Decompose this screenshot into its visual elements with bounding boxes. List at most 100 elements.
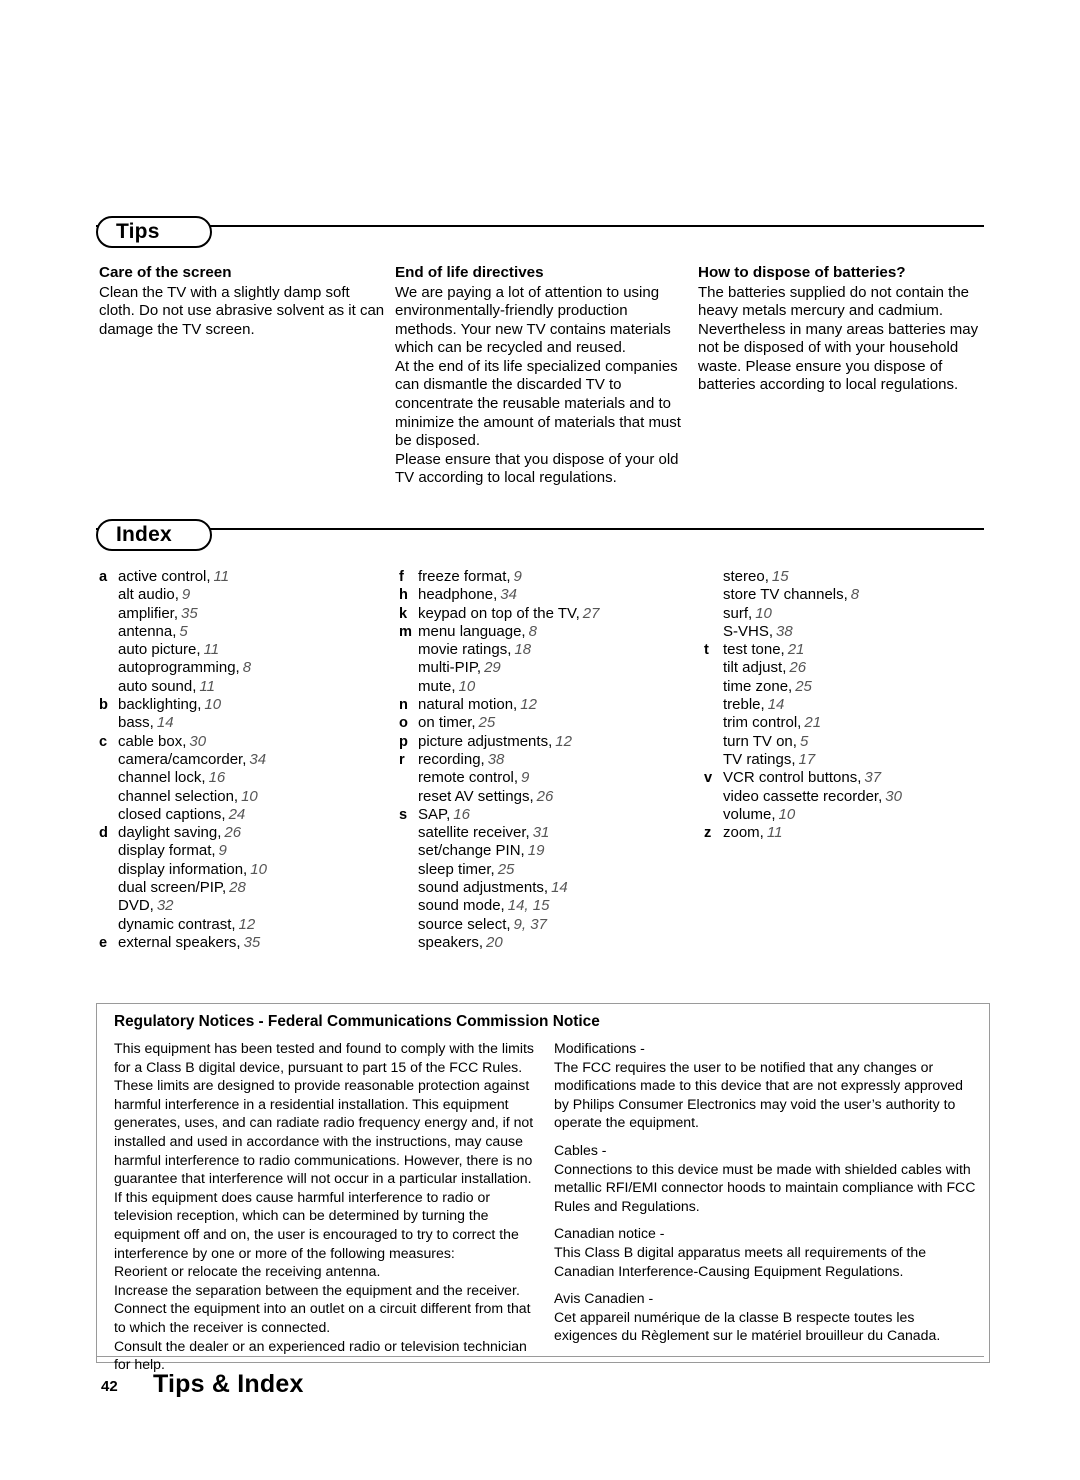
index-entry: store TV channels, 8 <box>704 586 989 604</box>
index-entry: m menu language, 8 <box>399 623 704 641</box>
index-term: tilt adjust, <box>723 659 787 677</box>
regulatory-paragraph: Connect the equipment into an outlet on … <box>114 1300 531 1335</box>
footer-rule <box>96 1356 984 1357</box>
index-term: on timer, <box>418 714 476 732</box>
index-entry: s SAP, 16 <box>399 806 704 824</box>
index-entry: speakers, 20 <box>399 934 704 952</box>
regulatory-subheading: Canadian notice - <box>554 1225 665 1242</box>
index-page-number: 11 <box>199 677 215 695</box>
index-letter <box>99 605 118 623</box>
index-term: recording, <box>418 750 485 768</box>
index-entry: dual screen/PIP, 28 <box>99 879 399 897</box>
tips-paragraph: Please ensure that you dispose of your o… <box>395 450 679 487</box>
index-entry: stereo, 15 <box>704 568 989 586</box>
index-page-number: 5 <box>799 732 809 750</box>
index-term: store TV channels, <box>723 586 848 604</box>
index-entry: source select, 9, 37 <box>399 916 704 934</box>
tips-paragraph: We are paying a lot of attention to usin… <box>395 283 671 357</box>
index-page-number: 16 <box>208 769 226 787</box>
index-term: antenna, <box>118 622 177 640</box>
index-letter <box>99 641 118 659</box>
index-entry: time zone, 25 <box>704 678 989 696</box>
index-page-number: 9, 37 <box>513 915 547 933</box>
index-letter <box>704 806 723 824</box>
index-letter: h <box>399 587 408 604</box>
index-letter <box>704 623 723 641</box>
index-letter <box>704 788 723 806</box>
index-page-number: 12 <box>520 696 537 714</box>
index-letter: p <box>399 733 408 750</box>
index-page-number: 30 <box>885 787 902 805</box>
index-entry: treble, 14 <box>704 696 989 714</box>
index-page-number: 11 <box>213 568 230 585</box>
index-entry: mute, 10 <box>399 678 704 696</box>
index-page-number: 14 <box>156 714 174 732</box>
index-entry: TV ratings, 17 <box>704 751 989 769</box>
index-entry: channel selection, 10 <box>99 788 399 806</box>
index-term: SAP, <box>418 805 451 823</box>
index-term: surf, <box>723 604 753 622</box>
index-page-number: 18 <box>514 641 532 659</box>
index-page-number: 10 <box>778 805 796 823</box>
index-term: VCR control buttons, <box>723 769 862 787</box>
index-letter <box>399 916 418 934</box>
index-page-number: 26 <box>536 787 554 805</box>
index-letter: k <box>399 605 408 622</box>
index-page-number: 14 <box>551 879 568 897</box>
index-column-3: stereo, 15 store TV channels, 8 surf, 10 S-VHS… <box>704 568 989 952</box>
index-letter: f <box>399 569 404 585</box>
index-page-number: 38 <box>776 622 793 640</box>
index-term: closed captions, <box>118 805 226 823</box>
index-page-number: 34 <box>500 586 517 604</box>
index-entry: video cassette recorder, 30 <box>704 788 989 806</box>
index-letter: d <box>99 825 108 842</box>
index-letter <box>99 769 118 787</box>
index-page-number: 8 <box>850 586 860 604</box>
index-letter <box>399 659 418 677</box>
index-entry: auto sound, 11 <box>99 678 399 696</box>
index-page-number: 37 <box>864 769 882 787</box>
index-page-number: 14, 15 <box>507 897 550 915</box>
page-footer: 42 Tips & Index <box>96 1356 984 1416</box>
index-entry: turn TV on, 5 <box>704 733 989 751</box>
index-term: natural motion, <box>418 696 518 714</box>
index-entry: display format, 9 <box>99 842 399 860</box>
index-letter <box>399 879 418 897</box>
index-letter <box>399 842 418 860</box>
index-letter: e <box>99 934 108 951</box>
index-entry: display information, 10 <box>99 861 399 879</box>
tips-paragraph: The batteries supplied do not contain th… <box>698 283 979 394</box>
index-section-header: Index <box>96 519 984 553</box>
index-letter: n <box>399 697 408 714</box>
index-page-number: 5 <box>179 622 188 640</box>
index-letter <box>704 678 723 696</box>
tips-paragraph: At the end of its life specialized compa… <box>395 357 681 450</box>
index-page-number: 8 <box>242 659 252 677</box>
index-letter: c <box>99 733 108 750</box>
index-entry: volume, 10 <box>704 806 989 824</box>
index-term: reset AV settings, <box>418 787 534 805</box>
tips-column-title: How to dispose of batteries? <box>698 264 906 281</box>
index-letter: m <box>399 623 412 640</box>
index-entry: movie ratings, 18 <box>399 641 704 659</box>
regulatory-paragraph: This equipment has been tested and found… <box>114 1040 534 1261</box>
index-page-number: 21 <box>804 714 822 732</box>
index-entry: remote control, 9 <box>399 769 704 787</box>
index-entry: z zoom, 11 <box>704 824 989 842</box>
index-entry: bass, 14 <box>99 714 399 732</box>
index-entry: antenna, 5 <box>99 623 399 641</box>
index-term: auto sound, <box>118 677 197 695</box>
index-letter <box>99 659 118 677</box>
index-letter <box>704 586 723 604</box>
index-term: turn TV on, <box>723 732 797 750</box>
regulatory-paragraph: Reorient or relocate the receiving anten… <box>114 1263 381 1280</box>
index-term: menu language, <box>418 622 526 640</box>
regulatory-column-left: This equipment has been tested and found… <box>114 1039 554 1374</box>
index-term: set/change PIN, <box>418 842 525 860</box>
index-page-number: 25 <box>478 714 496 732</box>
index-page-number: 26 <box>224 824 242 842</box>
regulatory-subheading: Cables - <box>554 1141 607 1158</box>
index-term: sound adjustments, <box>418 879 549 897</box>
index-page-number: 9 <box>181 586 191 604</box>
index-term: cable box, <box>118 732 187 750</box>
